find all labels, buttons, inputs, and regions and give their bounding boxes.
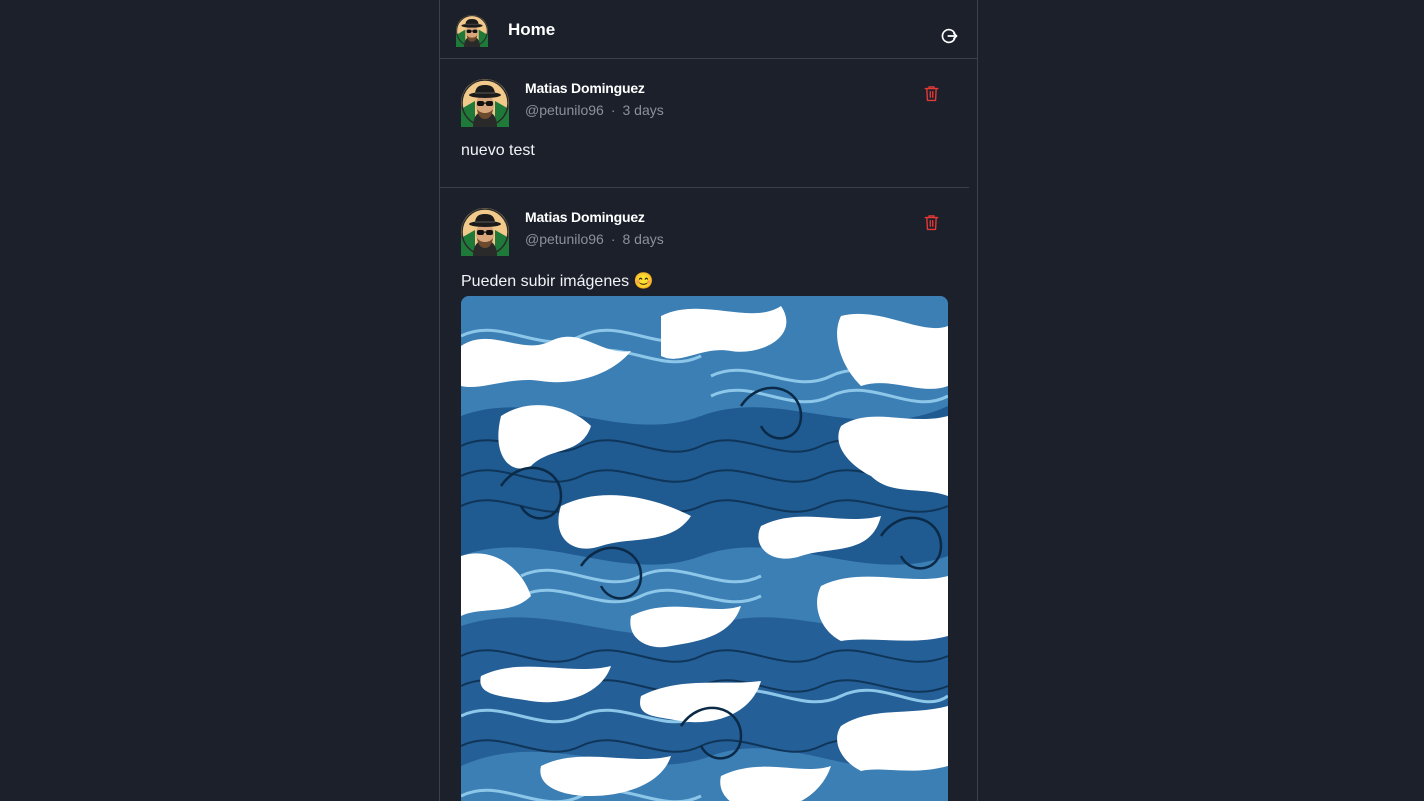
app-header: Home bbox=[440, 0, 977, 59]
trash-icon[interactable] bbox=[924, 85, 939, 102]
meta-separator: · bbox=[610, 231, 616, 247]
post-text: Pueden subir imágenes 😊 bbox=[461, 273, 654, 290]
trash-icon[interactable] bbox=[924, 214, 939, 231]
logout-icon[interactable] bbox=[940, 27, 958, 45]
post-item: Matias Dominguez @petunilo96 · 8 days Pued… bbox=[440, 188, 969, 801]
user-avatar-icon[interactable] bbox=[456, 15, 488, 47]
ocean-waves-illustration bbox=[461, 296, 948, 801]
post-author-name[interactable]: Matias Dominguez bbox=[525, 209, 645, 225]
post-text: nuevo test bbox=[461, 142, 535, 159]
post-item: Matias Dominguez @petunilo96 · 3 days nuev… bbox=[440, 59, 969, 188]
post-author-name[interactable]: Matias Dominguez bbox=[525, 80, 645, 96]
post-meta: @petunilo96 · 3 days bbox=[525, 102, 664, 118]
author-avatar-icon[interactable] bbox=[461, 79, 509, 127]
post-author-handle[interactable]: @petunilo96 bbox=[525, 231, 604, 247]
meta-separator: · bbox=[610, 102, 616, 118]
page-title: Home bbox=[508, 20, 556, 39]
feed-column: Home Matias Dominguez @petunilo96 · 3 days bbox=[439, 0, 978, 801]
author-avatar-icon[interactable] bbox=[461, 208, 509, 256]
post-meta: @petunilo96 · 8 days bbox=[525, 231, 664, 247]
post-time: 8 days bbox=[622, 231, 664, 247]
post-author-handle[interactable]: @petunilo96 bbox=[525, 102, 604, 118]
post-image[interactable] bbox=[461, 296, 948, 801]
post-time: 3 days bbox=[622, 102, 664, 118]
